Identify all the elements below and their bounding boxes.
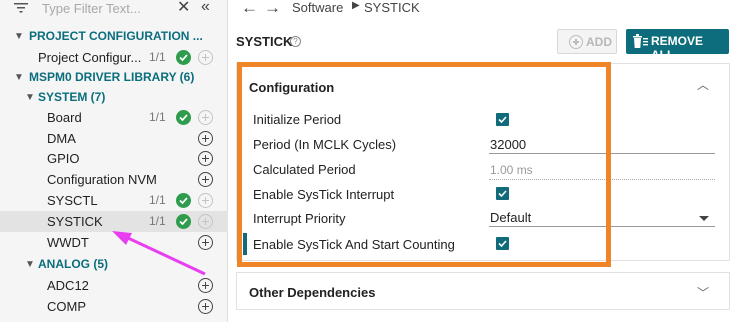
filter-input[interactable] bbox=[42, 0, 170, 16]
chevron-down-icon[interactable]: ▼ bbox=[14, 67, 24, 88]
add-circle-icon bbox=[198, 110, 213, 125]
tree-category[interactable]: ▼ MSPM0 DRIVER LIBRARY (6) bbox=[0, 67, 228, 88]
check-circle-icon bbox=[176, 110, 191, 125]
tree-label: SYSCTL bbox=[47, 193, 98, 208]
tree-category[interactable]: ▼ ANALOG (5) bbox=[0, 254, 228, 275]
tree-item[interactable]: ADC12 bbox=[0, 275, 228, 296]
page-title: SYSTICK bbox=[236, 34, 293, 49]
tree-item[interactable]: SYSTICK 1/1 bbox=[0, 211, 228, 232]
instance-count: 1/1 bbox=[149, 50, 166, 64]
tree-label: PROJECT CONFIGURATION ... bbox=[29, 29, 203, 43]
tree-label: SYSTICK bbox=[47, 214, 103, 229]
tree-label: Project Configur... bbox=[38, 50, 142, 65]
tree-label: ADC12 bbox=[47, 278, 89, 293]
chevron-down-icon[interactable]: ﹀ bbox=[697, 284, 709, 301]
add-circle-icon bbox=[198, 214, 213, 229]
tree-label: GPIO bbox=[47, 151, 80, 166]
dropdown-arrow-icon bbox=[699, 216, 709, 221]
tree-item[interactable]: Project Configur... 1/1 bbox=[0, 47, 228, 68]
help-icon[interactable]: ? bbox=[290, 36, 301, 47]
remove-all-label: REMOVE ALL bbox=[651, 34, 704, 62]
tree-label: Configuration NVM bbox=[47, 172, 157, 187]
filter-icon[interactable] bbox=[14, 2, 28, 17]
left-panel: ✕ « ▼ PROJECT CONFIGURATION ... Project Co… bbox=[0, 0, 228, 322]
breadcrumb-software[interactable]: Software bbox=[292, 0, 343, 15]
tree-label: SYSTEM (7) bbox=[38, 90, 106, 104]
add-circle-icon[interactable] bbox=[198, 235, 213, 250]
check-circle-icon bbox=[176, 214, 191, 229]
tree-label: Board bbox=[47, 110, 82, 125]
highlight-box bbox=[237, 62, 611, 267]
tree-item[interactable]: GPIO bbox=[0, 148, 228, 169]
check-circle-icon bbox=[176, 50, 191, 65]
top-bar: ← → Software ▶ SYSTICK bbox=[229, 0, 738, 20]
add-circle-icon[interactable] bbox=[198, 278, 213, 293]
tree-label: DMA bbox=[47, 131, 76, 146]
tree-category[interactable]: ▼ PROJECT CONFIGURATION ... bbox=[0, 26, 228, 47]
add-circle-icon bbox=[198, 50, 213, 65]
tree-label: COMP bbox=[47, 299, 86, 314]
add-circle-icon[interactable] bbox=[198, 151, 213, 166]
close-icon[interactable]: ✕ bbox=[177, 0, 190, 16]
chevron-down-icon[interactable]: ▼ bbox=[25, 87, 35, 108]
add-button[interactable]: ADD bbox=[557, 29, 617, 54]
filter-bar: ✕ « bbox=[0, 0, 228, 20]
add-circle-icon bbox=[198, 193, 213, 208]
add-circle-icon[interactable] bbox=[198, 131, 213, 146]
tree-item[interactable]: WWDT bbox=[0, 232, 228, 253]
back-arrow-icon[interactable]: ← bbox=[241, 0, 258, 18]
add-circle-icon bbox=[569, 35, 583, 49]
tree-item[interactable]: DMA bbox=[0, 128, 228, 149]
tree-label: MSPM0 DRIVER LIBRARY (6) bbox=[29, 70, 195, 84]
collapse-all-icon[interactable]: « bbox=[201, 0, 210, 15]
remove-all-button[interactable]: REMOVE ALL bbox=[626, 29, 729, 62]
add-circle-icon[interactable] bbox=[198, 299, 213, 314]
other-dependencies-heading[interactable]: Other Dependencies bbox=[249, 285, 375, 300]
tree-category[interactable]: ▼ SYSTEM (7) bbox=[0, 87, 228, 108]
tree-item[interactable]: Configuration NVM bbox=[0, 169, 228, 190]
forward-arrow-icon[interactable]: → bbox=[264, 0, 281, 18]
breadcrumb-separator-icon: ▶ bbox=[352, 0, 360, 11]
instance-count: 1/1 bbox=[149, 214, 166, 228]
chevron-down-icon[interactable]: ▼ bbox=[14, 26, 24, 47]
add-circle-icon[interactable] bbox=[198, 172, 213, 187]
breadcrumb-current: SYSTICK bbox=[364, 0, 420, 15]
tree-item[interactable]: SYSCTL 1/1 bbox=[0, 190, 228, 211]
instance-count: 1/1 bbox=[149, 193, 166, 207]
tree-label: WWDT bbox=[47, 235, 89, 250]
chevron-down-icon[interactable]: ▼ bbox=[25, 254, 35, 275]
trash-icon bbox=[632, 34, 648, 52]
check-circle-icon bbox=[176, 193, 191, 208]
tree-item[interactable]: COMP bbox=[0, 296, 228, 317]
instance-count: 1/1 bbox=[149, 110, 166, 124]
tree-label: ANALOG (5) bbox=[38, 257, 108, 271]
add-button-label: ADD bbox=[586, 35, 612, 49]
chevron-up-icon[interactable]: ︿ bbox=[697, 76, 709, 93]
tree-item[interactable]: Board 1/1 bbox=[0, 107, 228, 128]
